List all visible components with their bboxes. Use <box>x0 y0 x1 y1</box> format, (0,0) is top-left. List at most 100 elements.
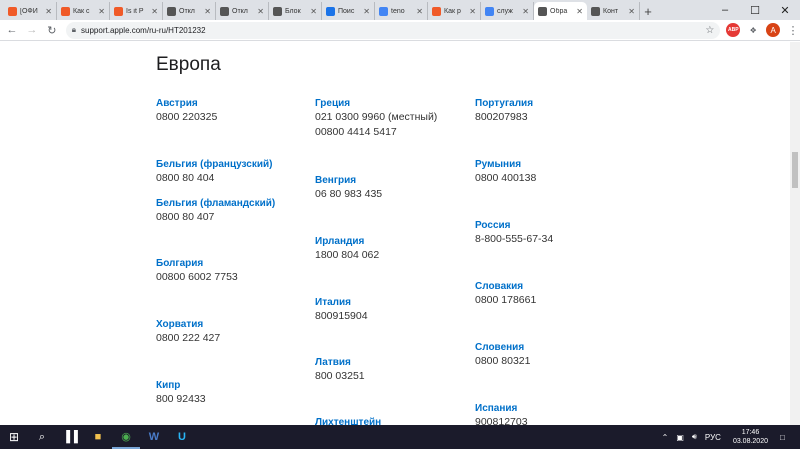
browser-tab[interactable]: teno ✕ <box>375 2 428 20</box>
tab-close-icon[interactable]: ✕ <box>576 7 583 16</box>
menu-dots-icon[interactable]: ⋮ <box>786 23 800 37</box>
app-taskbar-icon[interactable]: U <box>168 425 196 449</box>
keyboard-language[interactable]: РУС <box>705 433 721 442</box>
google-logo-icon <box>379 6 388 16</box>
close-window-icon[interactable]: ✕ <box>770 0 800 20</box>
tab-close-icon[interactable]: ✕ <box>45 7 52 16</box>
tab-close-icon[interactable]: ✕ <box>257 7 264 16</box>
country-entry: Словакия 0800 178661 <box>475 280 536 308</box>
browser-tab[interactable]: Поис ✕ <box>322 2 375 20</box>
network-icon[interactable]: ▣ <box>676 433 684 442</box>
url-text: support.apple.com/ru-ru/HT201232 <box>81 25 206 35</box>
new-tab-button[interactable]: + <box>640 2 656 20</box>
window-controls: – ☐ ✕ <box>710 0 800 20</box>
minimize-icon[interactable]: – <box>710 0 740 20</box>
tray-chevron-icon[interactable]: ⌃ <box>662 433 669 442</box>
browser-tab[interactable]: Обра ✕ <box>534 2 587 20</box>
country-name: Латвия <box>315 357 351 368</box>
country-entry: Кипр 800 92433 <box>156 379 206 407</box>
phone-number: 06 80 983 435 <box>315 188 383 200</box>
tab-close-icon[interactable]: ✕ <box>416 7 423 16</box>
tab-close-icon[interactable]: ✕ <box>204 7 211 16</box>
bookmark-star-icon[interactable]: ☆ <box>705 25 714 36</box>
tab-close-icon[interactable]: ✕ <box>151 7 158 16</box>
browser-tab[interactable]: Конт ✕ <box>587 2 640 20</box>
reload-icon[interactable]: ↻ <box>44 22 60 38</box>
phone-number: 00800 6002 7753 <box>156 271 238 283</box>
system-tray: ⌃ ▣ 🔊︎ РУС 17:46 03.08.2020 □ <box>658 425 800 449</box>
adblock-extension-icon[interactable]: ABP <box>726 23 741 37</box>
country-entry: Бельгия (французский) 0800 80 404 <box>156 158 272 186</box>
phone-number: 0800 80 407 <box>156 211 215 223</box>
phone-number: 021 0300 9960 (местный) <box>315 111 438 123</box>
clock-time: 17:46 <box>741 429 760 436</box>
country-name: Россия <box>475 220 511 231</box>
maximize-icon[interactable]: ☐ <box>740 0 770 20</box>
forward-arrow-icon[interactable]: → <box>24 22 40 38</box>
tab-title: Блок <box>285 7 301 15</box>
notifications-icon[interactable]: □ <box>780 433 796 442</box>
country-entry: Греция 021 0300 9960 (местный) 00800 4414 … <box>315 97 437 140</box>
browser-tab[interactable]: Как с ✕ <box>57 2 110 20</box>
browser-tab[interactable]: Is it P ✕ <box>110 2 163 20</box>
tab-close-icon[interactable]: ✕ <box>628 7 635 16</box>
windows-start-icon[interactable]: ⊞ <box>0 425 28 449</box>
apple-logo-icon <box>538 6 547 16</box>
clock[interactable]: 17:46 03.08.2020 <box>733 428 768 446</box>
scrollbar-thumb[interactable] <box>792 152 798 188</box>
tab-title: teno <box>391 7 405 15</box>
country-entry: Лихтенштейн <box>315 416 381 425</box>
country-name: Лихтенштейн <box>315 417 382 425</box>
browser-tab[interactable]: служ ✕ <box>481 2 534 20</box>
country-entry: Австрия 0800 220325 <box>156 97 217 125</box>
tab-close-icon[interactable]: ✕ <box>363 7 370 16</box>
country-entry: Румыния 0800 400138 <box>475 158 536 186</box>
search-page-icon <box>326 6 335 16</box>
phone-number: 0800 178661 <box>475 294 537 306</box>
tab-close-icon[interactable]: ✕ <box>310 7 317 16</box>
country-name: Греция <box>315 98 351 109</box>
country-entry: Россия 8-800-555-67-34 <box>475 219 553 247</box>
file-explorer-icon[interactable]: ■ <box>84 425 112 449</box>
phone-number: 00800 4414 5417 <box>315 126 397 138</box>
volume-icon[interactable]: 🔊︎ <box>692 432 697 442</box>
tab-close-icon[interactable]: ✕ <box>469 7 476 16</box>
windows-taskbar: ⊞ ⌕ ▐▐ ■ ◉ W U ⌃ ▣ 🔊︎ РУС 17:46 03.08.20… <box>0 425 800 449</box>
phone-number: 0800 220325 <box>156 111 218 123</box>
clock-date: 03.08.2020 <box>732 438 768 445</box>
country-name: Австрия <box>156 98 198 109</box>
country-name: Хорватия <box>156 319 204 330</box>
chrome-taskbar-icon[interactable]: ◉ <box>112 425 140 449</box>
tab-close-icon[interactable]: ✕ <box>98 7 105 16</box>
tab-close-icon[interactable]: ✕ <box>522 7 529 16</box>
apple-logo-icon <box>167 6 176 16</box>
phone-number: 800207983 <box>475 111 528 123</box>
tab-title: Поис <box>338 7 355 15</box>
profile-avatar[interactable]: A <box>766 23 781 37</box>
browser-tab[interactable]: Как р ✕ <box>428 2 481 20</box>
region-heading: Европа <box>156 54 221 75</box>
task-view-icon[interactable]: ▐▐ <box>56 425 84 449</box>
search-icon[interactable]: ⌕ <box>28 425 56 449</box>
country-entry: Ирландия 1800 804 062 <box>315 235 379 263</box>
tab-title: Как р <box>444 7 461 15</box>
extensions-puzzle-icon[interactable]: ❖ <box>746 23 760 37</box>
country-name: Словения <box>475 342 525 353</box>
browser-tab[interactable]: Блок ✕ <box>269 2 322 20</box>
tab-title: Обра <box>550 7 568 15</box>
page-scrollbar[interactable] <box>790 42 800 425</box>
browser-tab[interactable]: Откл ✕ <box>163 2 216 20</box>
phone-number: 800915904 <box>315 310 368 322</box>
lock-icon: 🔒︎ <box>71 25 77 34</box>
browser-tab[interactable]: [ОФИ ✕ <box>4 2 57 20</box>
browser-tab[interactable]: Откл ✕ <box>216 2 269 20</box>
google-logo-icon <box>485 6 494 16</box>
country-name: Ирландия <box>315 236 365 247</box>
word-taskbar-icon[interactable]: W <box>140 425 168 449</box>
page-content: Европа Австрия 0800 220325 Бельгия (францу… <box>0 42 790 425</box>
phone-number: 800 92433 <box>156 393 206 405</box>
address-bar[interactable]: 🔒︎ support.apple.com/ru-ru/HT201232 ☆ <box>65 21 721 39</box>
back-arrow-icon[interactable]: ← <box>4 22 20 38</box>
country-entry: Португалия 800207983 <box>475 97 533 125</box>
apple-logo-icon <box>220 6 229 16</box>
